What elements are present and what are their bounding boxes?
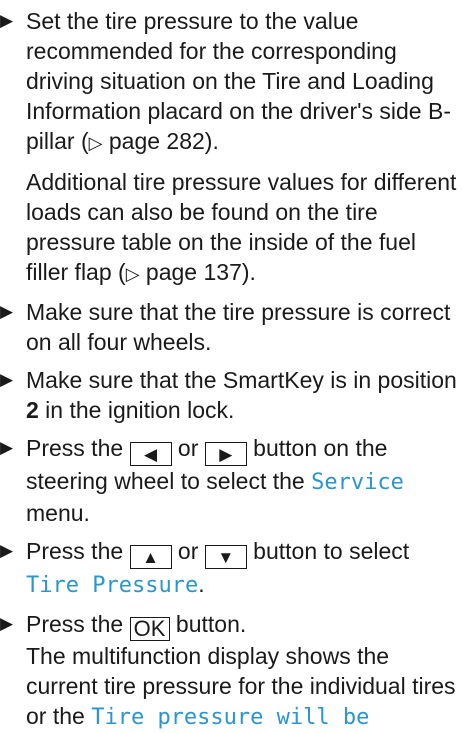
instruction-step-set-pressure: ▶ Set the tire pressure to the value rec… — [0, 6, 463, 289]
bullet-arrow-icon: ▶ — [0, 614, 14, 633]
note-text-end: ). — [241, 259, 256, 285]
instruction-step-ok: ▶ Press the OK button. The multifunction… — [0, 609, 463, 733]
step-note: Additional tire pressure values for diff… — [26, 167, 463, 289]
step-text-end: menu. — [26, 500, 90, 526]
bullet-arrow-icon: ▶ — [0, 302, 14, 321]
bullet-arrow-icon: ▶ — [0, 541, 14, 560]
step-text-pre: Press the — [26, 611, 130, 637]
step-text-b: in the ignition lock. — [38, 397, 235, 423]
page-reference: page 137 — [139, 259, 242, 285]
down-button-icon: ▼ — [204, 545, 247, 569]
step-text-end: ). — [204, 128, 219, 154]
step-text: Press the ◀ or ▶ button on the steering … — [26, 433, 463, 528]
left-button-icon: ◀ — [129, 442, 172, 466]
display-menu-service: Service — [311, 470, 404, 495]
step-text: Set the tire pressure to the value recom… — [26, 6, 463, 158]
display-menu-tire-pressure: Tire Pressure — [26, 573, 199, 598]
right-button-icon: ▶ — [204, 442, 247, 466]
step-text-pre: Press the — [26, 435, 130, 461]
instruction-step-smartkey: ▶ Make sure that the SmartKey is in posi… — [0, 365, 463, 425]
instruction-step-tire-pressure: ▶ Press the ▲ or ▼ button to select Tire… — [0, 536, 463, 601]
step-text: Press the OK button. — [26, 609, 463, 641]
step-result: The multifunction display shows the curr… — [26, 641, 463, 733]
instruction-step-service-menu: ▶ Press the ◀ or ▶ button on the steerin… — [0, 433, 463, 528]
step-text-post: button. — [169, 611, 247, 637]
step-text-pre: Press the — [26, 538, 130, 564]
step-text-post: button to select — [246, 538, 410, 564]
step-text: Make sure that the tire pressure is corr… — [26, 299, 451, 355]
instruction-step-check-wheels: ▶ Make sure that the tire pressure is co… — [0, 297, 463, 357]
bullet-arrow-icon: ▶ — [0, 438, 14, 457]
step-text-mid: or — [171, 435, 205, 461]
step-text: Make sure that the SmartKey is in positi… — [26, 365, 463, 425]
up-button-icon: ▲ — [129, 545, 172, 569]
bullet-arrow-icon: ▶ — [0, 11, 14, 30]
key-position: 2 — [26, 397, 39, 423]
ok-button-icon: OK — [129, 617, 170, 641]
bullet-arrow-icon: ▶ — [0, 370, 14, 389]
step-text: Press the ▲ or ▼ button to select Tire P… — [26, 536, 463, 601]
page-reference: page 282 — [102, 128, 205, 154]
page-reference-icon: ▷ — [125, 264, 140, 284]
page-reference-icon: ▷ — [88, 133, 103, 153]
step-text-end: . — [198, 571, 205, 597]
step-text-mid: or — [171, 538, 205, 564]
manual-page: ▶ Set the tire pressure to the value rec… — [0, 0, 463, 730]
step-text-a: Make sure that the SmartKey is in positi… — [26, 367, 457, 393]
display-message: Tire pressure will be — [91, 705, 370, 730]
